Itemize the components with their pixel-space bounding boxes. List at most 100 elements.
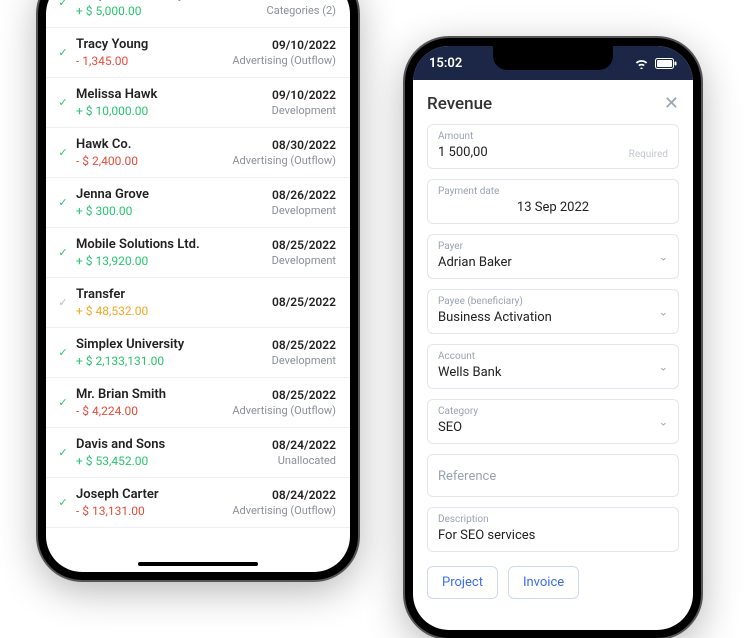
transaction-amount: - $ 4,224.00 [76,404,232,418]
invoice-button[interactable]: Invoice [508,566,579,599]
transaction-date: 08/25/2022 [272,338,336,352]
transaction-category: Development [272,204,336,217]
account-label: Account [438,351,668,362]
amount-field[interactable]: Amount 1 500,00 Required [427,124,679,169]
checkmark-icon: ✓ [54,446,72,459]
category-field[interactable]: Category SEO ⌄ [427,399,679,444]
account-field[interactable]: Account Wells Bank ⌄ [427,344,679,389]
close-icon[interactable]: ✕ [664,95,679,113]
transaction-date: 08/30/2022 [232,138,336,152]
screen-left: ✓Simplex University+ $ 5,000.0009/14/202… [46,0,350,572]
transaction-date: 08/25/2022 [272,238,336,252]
transaction-right: 08/25/2022Development [272,338,336,367]
chevron-down-icon: ⌄ [659,250,668,263]
transaction-category: Advertising (Outflow) [232,154,336,167]
transaction-main: Simplex University+ $ 2,133,131.00 [72,337,272,368]
transaction-amount: + $ 300.00 [76,204,272,218]
status-time: 15:02 [429,56,462,71]
modal-title: Revenue [427,94,492,114]
transaction-category: Development [272,254,336,267]
transaction-right: 08/30/2022 Advertising (Outflow) [232,138,336,167]
description-field[interactable]: Description For SEO services [427,507,679,552]
payment-date-field[interactable]: Payment date 13 Sep 2022 [427,179,679,224]
transaction-category: Advertising (Outflow) [232,54,336,67]
modal-header: Revenue ✕ [427,94,679,114]
transaction-category: Unallocated [272,454,336,467]
transaction-right: 08/25/2022 [272,295,336,311]
transaction-amount: - $ 13,131.00 [76,504,232,518]
transaction-date: 08/24/2022 [272,438,336,452]
payer-value: Adrian Baker [438,255,668,270]
transaction-name: Tracy Young [76,37,232,52]
payee-value: Business Activation [438,310,668,325]
transaction-row[interactable]: ✓ Joseph Carter - $ 13,131.0008/24/2022 Adv… [46,478,350,528]
transaction-row[interactable]: ✓Jenna Grove+ $ 300.0008/26/2022Developm… [46,178,350,228]
transaction-right: 08/24/2022 Unallocated [272,438,336,467]
checkmark-icon: ✓ [54,146,72,159]
amount-label: Amount [438,131,668,142]
transaction-main: Joseph Carter - $ 13,131.00 [72,487,232,518]
transaction-date: 08/26/2022 [272,188,336,202]
payment-date-label: Payment date [438,186,668,197]
transaction-category: Advertising (Outflow) [232,504,336,517]
transaction-amount: - $ 2,400.00 [76,154,232,168]
transaction-date: 08/25/2022 [272,295,336,309]
transaction-row[interactable]: ✓Tracy Young- 1,345.0009/10/2022Advertis… [46,28,350,78]
transaction-row[interactable]: ✓Melissa Hawk+ $ 10,000.0009/10/2022Deve… [46,78,350,128]
checkmark-icon: ✓ [54,96,72,109]
transaction-main: Simplex University+ $ 5,000.00 [72,0,267,18]
transaction-row[interactable]: ✓Transfer+ $ 48,532.0008/25/2022 [46,278,350,328]
transaction-row[interactable]: ✓Simplex University+ $ 2,133,131.0008/25… [46,328,350,378]
transaction-row[interactable]: ✓Mr. Brian Smith- $ 4,224.0008/25/2022Ad… [46,378,350,428]
transaction-main: Transfer+ $ 48,532.00 [72,287,272,318]
screen-right: 15:02 Revenue ✕ Amount 1 500,00 Required [413,46,693,630]
chevron-down-icon: ⌄ [659,415,668,428]
transaction-row[interactable]: ✓Mobile Solutions Ltd.+ $ 13,920.0008/25… [46,228,350,278]
transaction-row[interactable]: ✓ Hawk Co. - $ 2,400.0008/30/2022 Advertisi… [46,128,350,178]
chevron-down-icon: ⌄ [659,305,668,318]
transaction-amount: + $ 5,000.00 [76,4,267,18]
transaction-category: Categories (2) [267,4,336,17]
transaction-amount: + $ 10,000.00 [76,104,272,118]
payer-field[interactable]: Payer Adrian Baker ⌄ [427,234,679,279]
transaction-right: 09/10/2022Advertising (Outflow) [232,38,336,67]
checkmark-icon: ✓ [54,496,72,509]
reference-field[interactable]: Reference [427,454,679,497]
transaction-right: 08/25/2022 Development [272,238,336,267]
transaction-date: 09/14/2022 [267,0,336,2]
required-hint: Required [629,149,668,160]
transaction-list[interactable]: ✓Simplex University+ $ 5,000.0009/14/202… [46,0,350,572]
transaction-date: 08/24/2022 [232,488,336,502]
account-value: Wells Bank [438,365,668,380]
category-label: Category [438,406,668,417]
transaction-right: 08/26/2022 Development [272,188,336,217]
transaction-name: Mobile Solutions Ltd. [76,237,272,252]
checkmark-icon: ✓ [54,296,72,309]
transaction-name: Melissa Hawk [76,87,272,102]
transaction-amount: + $ 53,452.00 [76,454,272,468]
transaction-name: Hawk Co. [76,137,232,152]
payee-label: Payee (beneficiary) [438,296,668,307]
wifi-icon [634,58,649,69]
transaction-right: 08/25/2022Advertising (Outflow) [232,388,336,417]
checkmark-icon: ✓ [54,346,72,359]
payee-field[interactable]: Payee (beneficiary) Business Activation … [427,289,679,334]
transaction-main: Mr. Brian Smith - $ 4,224.00 [72,387,232,418]
description-value: For SEO services [438,528,668,543]
description-label: Description [438,514,668,525]
checkmark-icon: ✓ [54,0,72,9]
transaction-row[interactable]: ✓Simplex University+ $ 5,000.0009/14/202… [46,0,350,28]
transaction-name: Mr. Brian Smith [76,387,232,402]
transaction-date: 08/25/2022 [232,388,336,402]
transaction-name: Simplex University [76,337,272,352]
transaction-main: Melissa Hawk + $ 10,000.00 [72,87,272,118]
transaction-right: 09/14/2022 Categories (2) [267,0,336,17]
transaction-amount: + $ 13,920.00 [76,254,272,268]
transaction-category: Development [272,104,336,117]
transaction-row[interactable]: ✓Davis and Sons+ $ 53,452.0008/24/2022Un… [46,428,350,478]
transaction-name: Joseph Carter [76,487,232,502]
reference-placeholder: Reference [438,469,668,484]
project-button[interactable]: Project [427,566,498,599]
battery-icon [655,58,677,69]
transaction-main: Mobile Solutions Ltd. + $ 13,920.00 [72,237,272,268]
